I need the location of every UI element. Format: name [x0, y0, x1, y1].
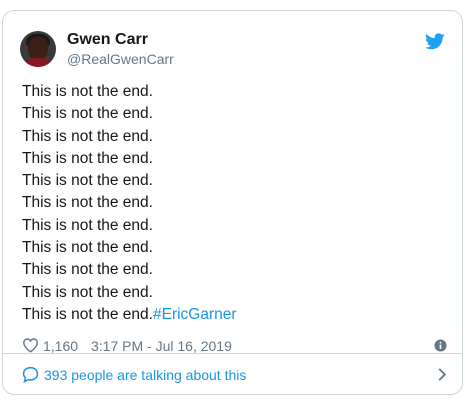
author-handle[interactable]: @RealGwenCarr: [67, 51, 174, 67]
tweet-body: This is not the end. This is not the end…: [22, 81, 442, 326]
heart-icon[interactable]: [22, 337, 39, 353]
hashtag-link[interactable]: #EricGarner: [153, 306, 237, 323]
chevron-right-icon[interactable]: [437, 367, 447, 382]
author-name[interactable]: Gwen Carr: [67, 31, 148, 49]
info-icon[interactable]: [434, 339, 447, 352]
tweet-line: This is not the end.: [22, 194, 153, 212]
divider: [3, 353, 462, 354]
tweet-line: This is not the end.: [22, 172, 153, 190]
tweet-line-last: This is not the end.#EricGarner: [22, 304, 442, 326]
tweet-line-text: This is not the end.: [22, 305, 153, 323]
tweet-line: This is not the end.: [22, 149, 153, 167]
tweet-line: This is not the end.: [22, 83, 153, 100]
conversation-text[interactable]: 393 people are talking about this: [44, 367, 246, 383]
tweet-line: This is not the end.: [22, 127, 153, 145]
tweet-line: This is not the end.: [22, 216, 153, 234]
tweet-timestamp[interactable]: 3:17 PM - Jul 16, 2019: [91, 338, 232, 354]
tweet-line: This is not the end.: [22, 261, 153, 279]
like-count[interactable]: 1,160: [43, 338, 78, 354]
twitter-bird-icon[interactable]: [425, 33, 445, 50]
tweet-header: Gwen Carr @RealGwenCarr: [20, 29, 445, 69]
tweet-line: This is not the end.: [22, 239, 153, 257]
tweet-line: This is not the end.: [22, 105, 153, 123]
tweet-card: Gwen Carr @RealGwenCarr This is not the …: [2, 10, 463, 395]
speech-bubble-icon: [22, 366, 39, 383]
avatar[interactable]: [20, 31, 56, 67]
tweet-line: This is not the end.: [22, 283, 153, 301]
conversation-link[interactable]: 393 people are talking about this: [22, 363, 447, 387]
